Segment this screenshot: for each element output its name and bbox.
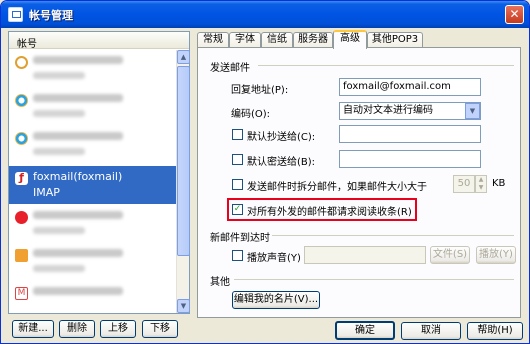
foxmail-icon: ƒ xyxy=(15,172,28,185)
account-type-redacted xyxy=(33,72,85,79)
account-name-redacted xyxy=(33,56,123,64)
tab-stationery[interactable]: 信纸 xyxy=(261,32,293,48)
scroll-thumb[interactable] xyxy=(177,66,190,256)
account-type-redacted xyxy=(33,110,85,117)
window-title: 帐号管理 xyxy=(29,9,73,22)
account-type-redacted xyxy=(33,148,85,155)
dialog-client: 帐号 ƒ foxmail(foxmail) IMAP M ▲ ▼ 新建... 删… xyxy=(4,28,526,341)
account-item[interactable] xyxy=(9,205,176,243)
account-name-redacted xyxy=(33,94,123,102)
new-account-button[interactable]: 新建... xyxy=(12,320,54,338)
split-label: 发送邮件时拆分邮件，如果邮件大小大于 xyxy=(247,182,427,193)
split-size-field[interactable]: 50 xyxy=(453,175,475,193)
mail-icon xyxy=(15,249,28,262)
ok-button[interactable]: 确定 xyxy=(335,321,395,340)
choose-file-button[interactable]: 文件(S) xyxy=(430,246,470,264)
reply-address-label: 回复地址(P): xyxy=(231,85,289,96)
help-button[interactable]: 帮助(H) xyxy=(467,322,523,340)
account-name: foxmail(foxmail) xyxy=(33,170,123,183)
mail-account-icon xyxy=(15,94,28,107)
tab-font[interactable]: 字体 xyxy=(229,32,261,48)
account-list: ƒ foxmail(foxmail) IMAP M xyxy=(9,50,176,313)
clock-icon xyxy=(15,56,28,69)
tab-server[interactable]: 服务器 xyxy=(293,32,333,48)
account-item[interactable] xyxy=(9,50,176,88)
account-name-redacted xyxy=(33,132,123,140)
encoding-select[interactable]: 自动对文本进行编码 ▼ xyxy=(339,102,481,120)
split-size-spinner[interactable]: ▲ ▼ xyxy=(475,175,487,193)
account-type-redacted xyxy=(33,227,85,234)
group-divider xyxy=(272,235,514,236)
scroll-down-icon[interactable]: ▼ xyxy=(177,299,190,313)
cc-field[interactable] xyxy=(339,125,481,143)
group-divider xyxy=(234,279,514,280)
app-icon xyxy=(8,7,23,22)
cancel-button[interactable]: 取消 xyxy=(401,322,461,340)
cc-checkbox[interactable] xyxy=(232,129,243,140)
account-name-redacted xyxy=(33,287,123,295)
encoding-value: 自动对文本进行编码 xyxy=(343,105,433,116)
account-manager-window: 帐号管理 ✕ 帐号 ƒ foxmail(foxmail) IMAP M ▲ ▼ … xyxy=(0,0,530,344)
send-group-title: 发送邮件 xyxy=(210,63,250,74)
tab-general[interactable]: 常规 xyxy=(197,32,229,48)
arrival-group-title: 新邮件到达时 xyxy=(210,233,270,244)
tab-other-pop3[interactable]: 其他POP3 xyxy=(367,32,423,48)
split-unit: KB xyxy=(492,178,506,189)
play-sound-label: 播放声音(Y) xyxy=(247,253,301,264)
account-item[interactable] xyxy=(9,88,176,126)
group-divider xyxy=(258,65,514,66)
account-item-selected[interactable]: ƒ foxmail(foxmail) IMAP xyxy=(9,166,176,204)
weibo-icon xyxy=(15,211,28,224)
read-receipt-label: 对所有外发的邮件都请求阅读收条(R) xyxy=(247,207,412,218)
dropdown-arrow-icon[interactable]: ▼ xyxy=(465,103,480,119)
bcc-checkbox[interactable] xyxy=(232,154,243,165)
play-sound-checkbox[interactable] xyxy=(232,250,243,261)
close-button[interactable]: ✕ xyxy=(505,5,524,24)
tab-advanced[interactable]: 高级 xyxy=(333,30,367,49)
other-group-title: 其他 xyxy=(210,277,230,288)
account-type-redacted xyxy=(33,265,85,272)
scroll-up-icon[interactable]: ▲ xyxy=(177,50,190,64)
advanced-tab-panel: 发送邮件 回复地址(P): foxmail@foxmail.com 编码(O):… xyxy=(197,47,521,318)
reply-address-field[interactable]: foxmail@foxmail.com xyxy=(339,78,481,96)
account-item[interactable] xyxy=(9,126,176,164)
read-receipt-checkbox[interactable]: ✓ xyxy=(232,204,243,215)
account-list-header: 帐号 xyxy=(9,32,189,50)
account-item[interactable] xyxy=(9,243,176,281)
title-bar: 帐号管理 ✕ xyxy=(1,1,529,28)
move-down-button[interactable]: 下移 xyxy=(142,320,178,338)
delete-account-button[interactable]: 删除 xyxy=(59,320,95,338)
sound-file-field[interactable] xyxy=(304,246,426,264)
account-item[interactable]: M xyxy=(9,281,176,313)
account-name-redacted xyxy=(33,249,123,257)
encoding-label: 编码(O): xyxy=(231,109,271,120)
edit-card-button[interactable]: 编辑我的名片(V)... xyxy=(232,291,320,309)
account-list-scrollbar[interactable]: ▲ ▼ xyxy=(176,50,190,313)
account-type: IMAP xyxy=(33,186,60,199)
bcc-label: 默认密送给(B): xyxy=(247,157,316,168)
account-list-panel: 帐号 ƒ foxmail(foxmail) IMAP M ▲ ▼ xyxy=(8,31,190,314)
split-checkbox[interactable] xyxy=(232,179,243,190)
account-name-redacted xyxy=(33,211,123,219)
bcc-field[interactable] xyxy=(339,150,481,168)
cc-label: 默认抄送给(C): xyxy=(247,132,316,143)
gmail-icon: M xyxy=(15,287,28,300)
move-up-button[interactable]: 上移 xyxy=(100,320,136,338)
play-sound-button[interactable]: 播放(Y) xyxy=(476,246,516,264)
mail-account-icon xyxy=(15,132,28,145)
